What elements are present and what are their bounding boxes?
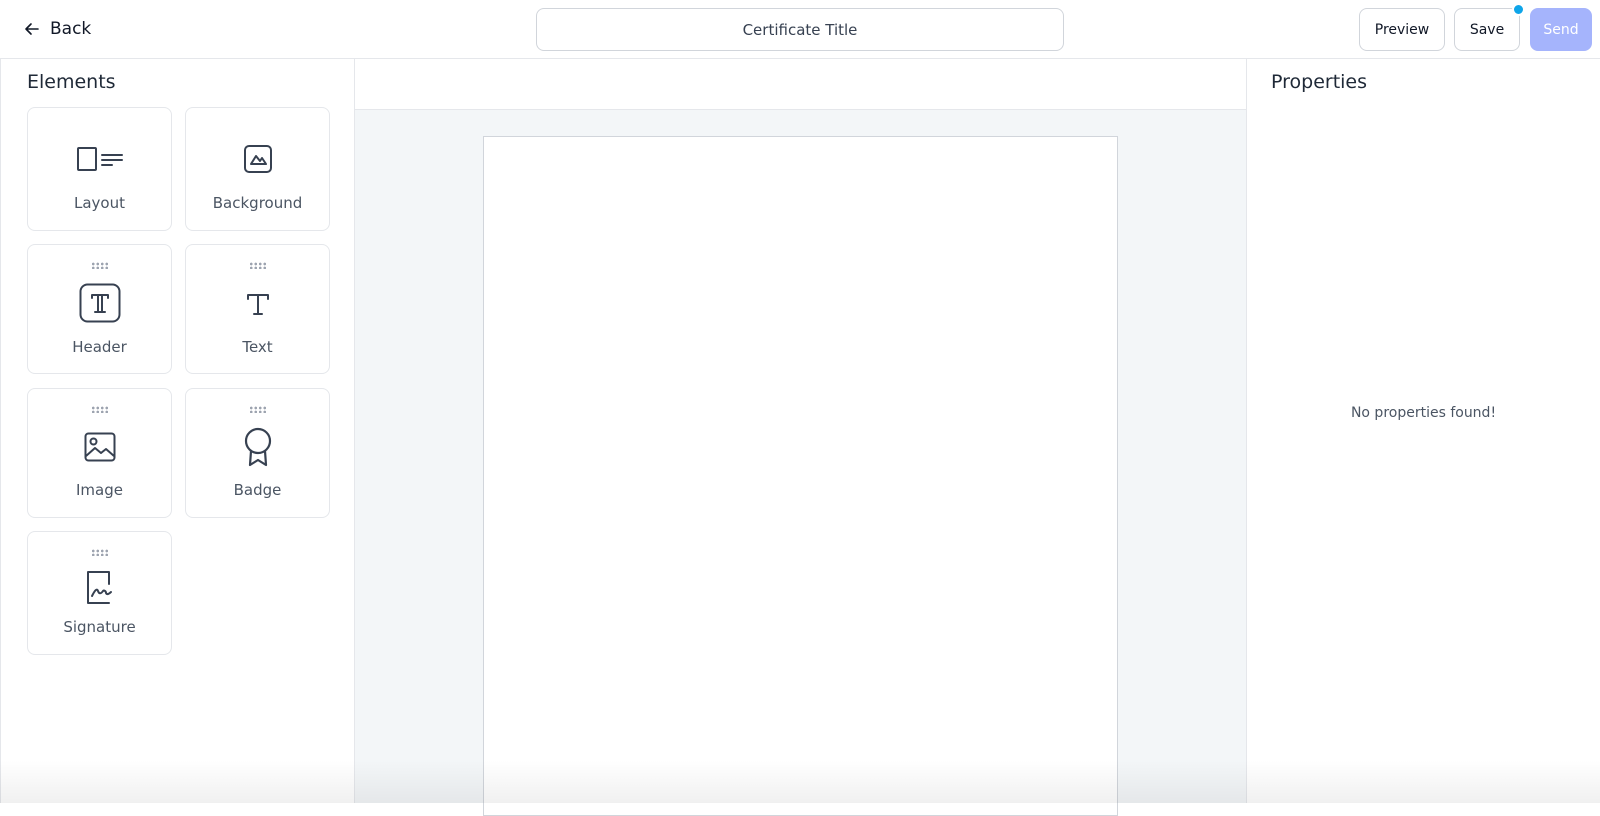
arrow-left-icon bbox=[25, 23, 39, 35]
element-card-label: Text bbox=[242, 338, 273, 356]
drag-handle-icon[interactable] bbox=[248, 262, 267, 269]
no-properties-message: No properties found! bbox=[1350, 405, 1497, 421]
certificate-canvas-page[interactable] bbox=[483, 136, 1118, 816]
element-card-label: Layout bbox=[74, 194, 125, 212]
drag-handle-icon[interactable] bbox=[90, 262, 109, 269]
canvas-toolbar bbox=[355, 59, 1246, 110]
signature-icon bbox=[85, 570, 115, 604]
back-button[interactable]: Back bbox=[24, 16, 91, 42]
elements-panel-title: Elements bbox=[27, 71, 116, 93]
element-card-signature[interactable]: Signature bbox=[27, 531, 172, 655]
header-text-icon bbox=[79, 283, 121, 323]
canvas-area bbox=[355, 59, 1246, 816]
properties-panel: Properties No properties found! bbox=[1246, 59, 1600, 803]
element-card-header[interactable]: Header bbox=[27, 244, 172, 374]
drag-handle-icon[interactable] bbox=[90, 549, 109, 556]
unsaved-indicator-dot bbox=[1512, 3, 1525, 16]
element-card-text[interactable]: Text bbox=[185, 244, 330, 374]
send-button[interactable]: Send bbox=[1530, 8, 1592, 51]
certificate-title-input[interactable] bbox=[536, 8, 1064, 51]
element-card-label: Image bbox=[76, 481, 123, 499]
element-card-background[interactable]: Background bbox=[185, 107, 330, 231]
badge-ribbon-icon bbox=[243, 427, 273, 467]
top-bar: Back Preview Save Send bbox=[0, 0, 1600, 59]
element-card-badge[interactable]: Badge bbox=[185, 388, 330, 518]
image-icon bbox=[84, 432, 116, 462]
drag-handle-icon[interactable] bbox=[248, 406, 267, 413]
layout-icon bbox=[76, 146, 124, 172]
elements-panel: Elements Layout Background Header Text I… bbox=[0, 59, 355, 803]
drag-handle-icon[interactable] bbox=[90, 406, 109, 413]
background-image-icon bbox=[243, 144, 273, 174]
element-card-label: Badge bbox=[233, 481, 282, 499]
element-card-layout[interactable]: Layout bbox=[27, 107, 172, 231]
element-card-label: Background bbox=[212, 194, 303, 212]
element-card-label: Header bbox=[72, 338, 127, 356]
preview-button[interactable]: Preview bbox=[1359, 8, 1445, 51]
element-card-image[interactable]: Image bbox=[27, 388, 172, 518]
properties-panel-title: Properties bbox=[1271, 71, 1368, 93]
back-button-label: Back bbox=[50, 19, 92, 39]
save-button[interactable]: Save bbox=[1454, 8, 1520, 51]
element-card-label: Signature bbox=[63, 618, 136, 636]
text-icon bbox=[245, 291, 271, 317]
